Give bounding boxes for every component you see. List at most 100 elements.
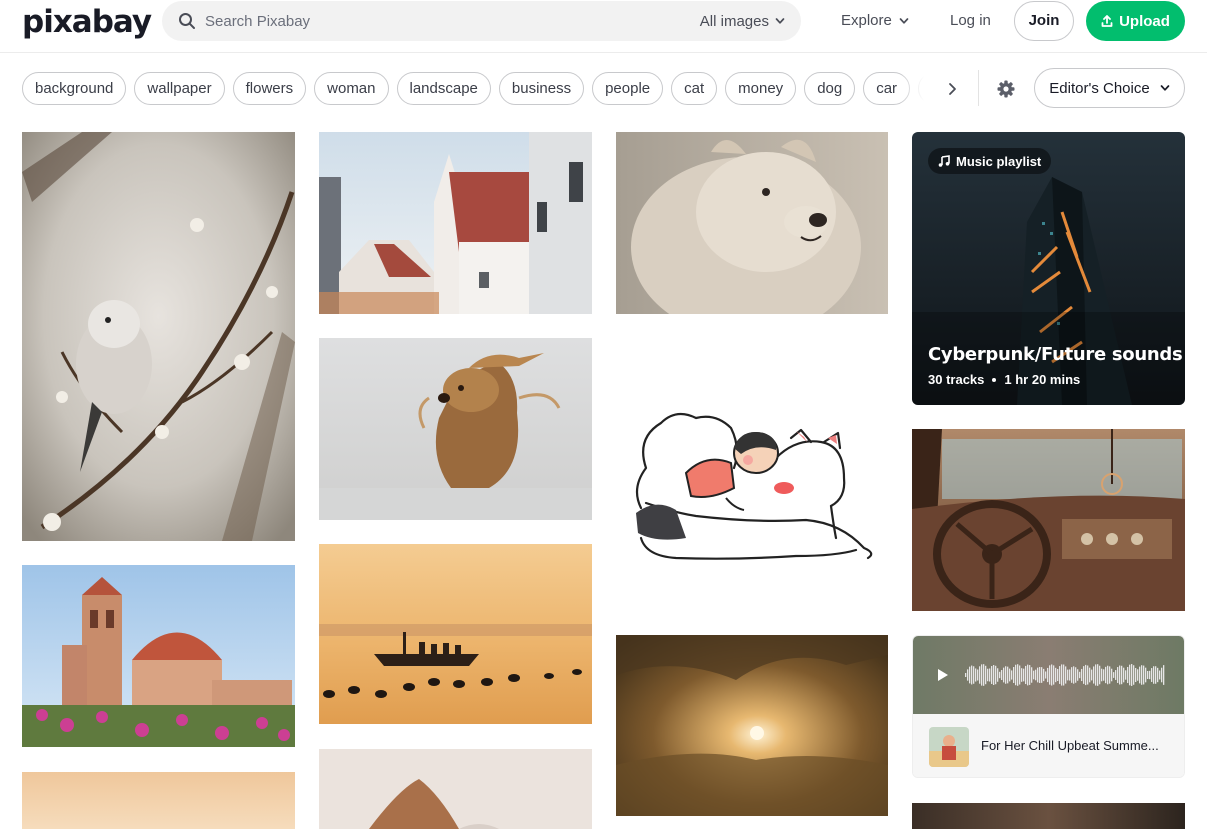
waveform-bar (1029, 665, 1031, 685)
waveform-bar (1113, 672, 1115, 678)
waveform-bar (1007, 666, 1009, 684)
chip-dog[interactable]: dog (804, 72, 856, 105)
explore-menu[interactable]: Explore (841, 0, 909, 41)
waveform-bar (983, 664, 985, 686)
waveform-bar (1123, 667, 1125, 683)
waveform-bar (987, 668, 989, 682)
sunset-sky-image[interactable] (22, 772, 295, 829)
chip-background[interactable]: background (22, 72, 127, 105)
chevron-down-icon (775, 18, 785, 24)
waveform-bar (1015, 664, 1017, 686)
desert-dune-image[interactable] (319, 749, 592, 829)
old-buildings-image[interactable] (319, 132, 592, 314)
waveform-bar (1115, 670, 1117, 680)
waveform-bar (989, 668, 991, 682)
waveform-bar (1073, 666, 1075, 684)
waveform-bar (1135, 667, 1137, 683)
waveform-bar (1083, 666, 1085, 684)
boy-hugging-dog-illustration[interactable] (616, 338, 888, 611)
vintage-car-interior-image[interactable] (912, 429, 1185, 611)
waveform-bar (1127, 666, 1129, 684)
waveform-bar (1067, 669, 1069, 681)
waveform-bar (999, 671, 1001, 679)
chevron-down-icon (1160, 85, 1170, 91)
waveform-bar (1131, 664, 1133, 686)
image-type-dropdown[interactable]: All images (700, 1, 785, 41)
sort-label: Editor's Choice (1049, 79, 1150, 97)
waveform-bar (1069, 669, 1071, 681)
chips-fade (900, 70, 940, 106)
waveform-bar (1071, 667, 1073, 683)
waveform-bar (975, 668, 977, 682)
waveform-bar (1099, 665, 1101, 685)
badge-label: Music playlist (956, 153, 1042, 169)
waveform-bar (1065, 666, 1067, 684)
waveform-bar (995, 665, 997, 685)
waveform-bar (1097, 664, 1099, 686)
gear-icon[interactable] (996, 79, 1016, 99)
music-playlist-card[interactable]: Music playlist Cyberpunk/Future sounds 3… (912, 132, 1185, 405)
audio-waveform-area (913, 636, 1184, 714)
sun-through-clouds-image[interactable] (616, 635, 888, 816)
dark-photo-image[interactable] (912, 803, 1185, 829)
river-boats-sunset-image[interactable] (319, 544, 592, 724)
wet-dog-image[interactable] (319, 338, 592, 520)
waveform-bar (1023, 668, 1025, 682)
waveform-bar (1149, 670, 1151, 680)
waveform-bar (1107, 665, 1109, 685)
waveform-bar (1119, 665, 1121, 685)
top-bar: pixabay All images Explore Log in Join U… (0, 0, 1207, 53)
chip-landscape[interactable]: landscape (396, 72, 491, 105)
join-button[interactable]: Join (1014, 1, 1074, 41)
music-playlist-badge: Music playlist (928, 148, 1052, 174)
play-icon[interactable] (933, 666, 951, 684)
playlist-title: Cyberpunk/Future sounds (928, 344, 1183, 365)
waveform-bar (1021, 668, 1023, 682)
waveform-bar (1061, 664, 1063, 686)
image-type-label: All images (699, 12, 769, 30)
waveform-bar (1155, 666, 1157, 684)
waveform-bar (1079, 671, 1081, 679)
waveform-bar (1143, 665, 1145, 685)
church-dome-image[interactable] (22, 565, 295, 747)
waveform-bar (1125, 670, 1127, 680)
fluffy-dog-image[interactable] (616, 132, 888, 314)
pixabay-logo[interactable]: pixabay (22, 2, 152, 42)
waveform-bar (1011, 670, 1013, 680)
search-bar[interactable]: All images (162, 1, 801, 41)
chip-money[interactable]: money (725, 72, 797, 105)
waveform-bar (1089, 667, 1091, 683)
audio-track-card[interactable]: For Her Chill Upbeat Summe... (912, 635, 1185, 778)
chip-woman[interactable]: woman (314, 72, 389, 105)
chip-people[interactable]: people (592, 72, 664, 105)
bird-on-branch-image[interactable] (22, 132, 295, 541)
waveform-bar (1027, 664, 1029, 686)
chip-cat[interactable]: cat (671, 72, 718, 105)
waveform-bar (1095, 664, 1097, 686)
waveform-bar (1091, 669, 1093, 681)
chevron-down-icon (899, 17, 909, 24)
chip-business[interactable]: business (498, 72, 585, 105)
search-input[interactable] (205, 1, 685, 41)
waveform-bar (1111, 668, 1113, 682)
chip-wallpaper[interactable]: wallpaper (134, 72, 225, 105)
audio-track-title: For Her Chill Upbeat Summe... (981, 738, 1159, 753)
waveform-bar (1045, 671, 1047, 679)
waveform-bar (1145, 667, 1147, 683)
waveform-bar (1117, 667, 1119, 683)
waveform-bar (1051, 664, 1053, 686)
waveform-bar (981, 664, 983, 686)
waveform-bar (1039, 666, 1041, 684)
waveform-bar (1055, 667, 1057, 683)
chip-flowers[interactable]: flowers (232, 72, 307, 105)
waveform-bar (993, 665, 995, 685)
explore-label: Explore (841, 12, 892, 29)
waveform-bar (1049, 665, 1051, 685)
upload-button[interactable]: Upload (1086, 1, 1185, 41)
chips-scroll-right-button[interactable] (940, 78, 964, 100)
waveform-bar (1141, 665, 1143, 685)
login-link[interactable]: Log in (950, 0, 991, 41)
separator-dot (992, 377, 997, 382)
sort-dropdown[interactable]: Editor's Choice (1034, 68, 1185, 108)
search-icon[interactable] (178, 12, 196, 30)
